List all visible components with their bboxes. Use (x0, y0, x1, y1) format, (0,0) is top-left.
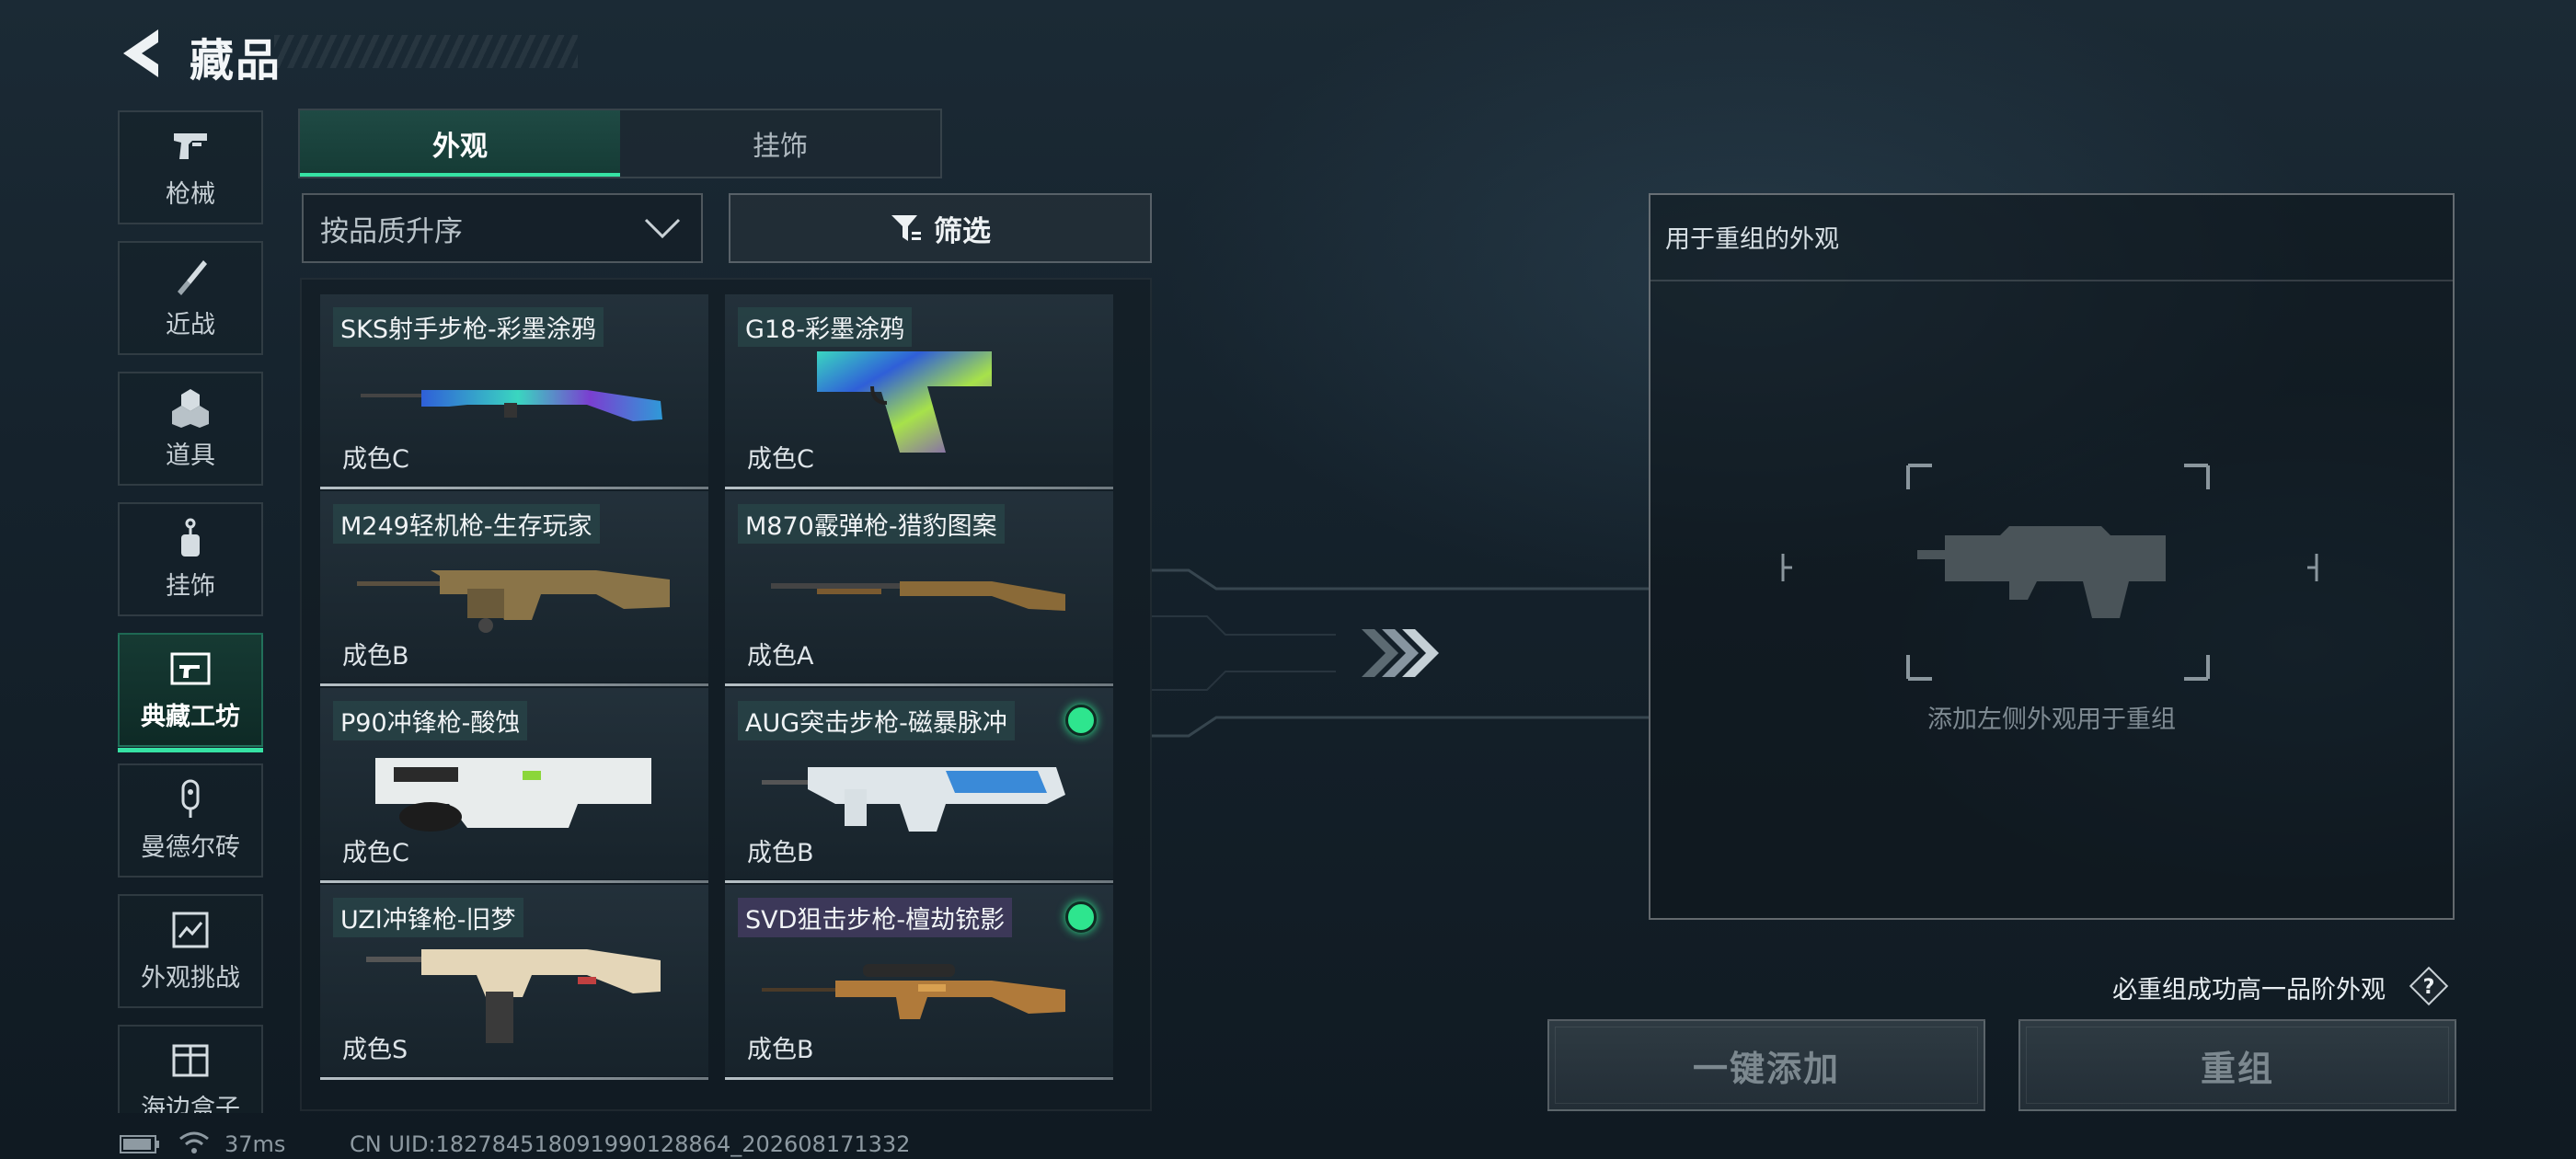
skin-name: P90冲锋枪-酸蚀 (333, 701, 528, 740)
nav-item-charms[interactable]: 挂饰 (118, 502, 263, 616)
chevron-down-icon (644, 218, 681, 239)
nav-label: 挂饰 (166, 571, 215, 601)
ping-text: 37ms (224, 1131, 286, 1157)
help-icon[interactable]: ? (2407, 964, 2451, 1008)
cubes-icon (172, 388, 209, 428)
nav-label: 枪械 (166, 179, 215, 209)
skin-name: UZI冲锋枪-旧梦 (333, 898, 523, 937)
skin-name: AUG突击步枪-磁暴脉冲 (738, 701, 1015, 740)
skin-grade: 成色C (342, 445, 409, 474)
nav-label: 外观挑战 (141, 963, 240, 993)
nav-item-workshop[interactable]: 典藏工坊 (118, 633, 263, 752)
skin-grade: 成色B (747, 1036, 814, 1064)
box-icon (172, 1044, 209, 1076)
charm-icon (181, 518, 200, 557)
skin-grade: 成色C (342, 839, 409, 867)
filter-button[interactable]: 筛选 (729, 193, 1152, 263)
skin-card[interactable]: SKS射手步枪-彩墨涂鸦 成色C (320, 294, 708, 489)
knife-icon (178, 259, 207, 295)
nav-item-brick[interactable]: 曼德尔砖 (118, 763, 263, 878)
nav-label: 典藏工坊 (141, 702, 240, 731)
pistol-icon (174, 132, 207, 159)
nav-label: 曼德尔砖 (141, 832, 240, 862)
add-all-button[interactable]: 一键添加 (1547, 1019, 1985, 1111)
new-indicator (1065, 901, 1097, 933)
skin-card[interactable]: P90冲锋枪-酸蚀 成色C (320, 688, 708, 883)
recombine-placeholder: 添加左侧外观用于重组 (1927, 706, 2176, 734)
recombine-title: 用于重组的外观 (1665, 225, 1839, 254)
brick-icon (181, 779, 200, 818)
recombine-panel: 用于重组的外观 添加左侧外观用于重组 (1649, 193, 2455, 920)
nav-label: 道具 (166, 441, 215, 470)
title-decoration (274, 35, 578, 68)
add-all-label: 一键添加 (1692, 1048, 1840, 1089)
battery-icon (120, 1135, 159, 1153)
back-arrow-icon[interactable] (118, 26, 167, 81)
skin-grade: 成色B (747, 839, 814, 867)
skin-card[interactable]: AUG突击步枪-磁暴脉冲 成色B (725, 688, 1113, 883)
filter-label: 筛选 (934, 214, 991, 248)
wifi-icon (179, 1131, 209, 1153)
nav-item-melee[interactable]: 近战 (118, 241, 263, 355)
workshop-icon (170, 652, 211, 684)
skin-card[interactable]: M870霰弹枪-猎豹图案 成色A (725, 491, 1113, 686)
tab-charms[interactable]: 挂饰 (620, 110, 940, 177)
recombine-label: 重组 (2200, 1048, 2274, 1089)
challenge-icon (172, 912, 209, 947)
arrow-right-icon (1362, 629, 1439, 677)
sort-dropdown[interactable]: 按品质升序 (302, 193, 703, 263)
skin-card[interactable]: UZI冲锋枪-旧梦 成色S (320, 885, 708, 1080)
skin-name: G18-彩墨涂鸦 (738, 307, 913, 347)
skin-name: M249轻机枪-生存玩家 (333, 504, 600, 544)
new-indicator (1065, 705, 1097, 736)
skin-grade: 成色S (342, 1036, 408, 1064)
skin-name: SVD狙击步枪-檀劫铳影 (738, 898, 1013, 937)
skin-name: SKS射手步枪-彩墨涂鸦 (333, 307, 604, 347)
skin-card[interactable]: G18-彩墨涂鸦 成色C (725, 294, 1113, 489)
skin-card[interactable]: M249轻机枪-生存玩家 成色B (320, 491, 708, 686)
nav-label: 近战 (166, 310, 215, 339)
uid-text: CN UID:1827845180919901288​64_2026081713… (350, 1131, 911, 1157)
nav-item-props[interactable]: 道具 (118, 372, 263, 486)
nav-item-challenge[interactable]: 外观挑战 (118, 894, 263, 1008)
nav-item-guns[interactable]: 枪械 (118, 110, 263, 224)
skin-grade: 成色A (747, 642, 814, 671)
skin-grid: SKS射手步枪-彩墨涂鸦 成色C G18-彩墨涂鸦 成色C M249轻机枪-生存… (300, 278, 1152, 1111)
nav-item-box[interactable]: 海边盒子 (118, 1025, 263, 1113)
guarantee-text: 必重组成功高一品阶外观 (2112, 976, 2386, 1004)
filter-icon (891, 215, 921, 241)
page-title: 藏品 (190, 35, 282, 86)
sort-label: 按品质升序 (320, 214, 463, 248)
skin-grade: 成色B (342, 642, 409, 671)
nav-label: 海边盒子 (141, 1094, 240, 1114)
skin-grade: 成色C (747, 445, 814, 474)
category-sidebar: 枪械 近战 道具 挂饰 典藏工坊 曼德尔砖 外观挑战 海边盒子 (118, 110, 265, 1113)
skin-name: M870霰弹枪-猎豹图案 (738, 504, 1005, 544)
svg-text:?: ? (2423, 976, 2435, 999)
tab-skins[interactable]: 外观 (300, 110, 620, 177)
skin-card[interactable]: SVD狙击步枪-檀劫铳影 成色B (725, 885, 1113, 1080)
recombine-button[interactable]: 重组 (2018, 1019, 2456, 1111)
rifle-placeholder-icon[interactable] (1779, 462, 2331, 683)
category-tabs: 外观 挂饰 (298, 109, 942, 178)
